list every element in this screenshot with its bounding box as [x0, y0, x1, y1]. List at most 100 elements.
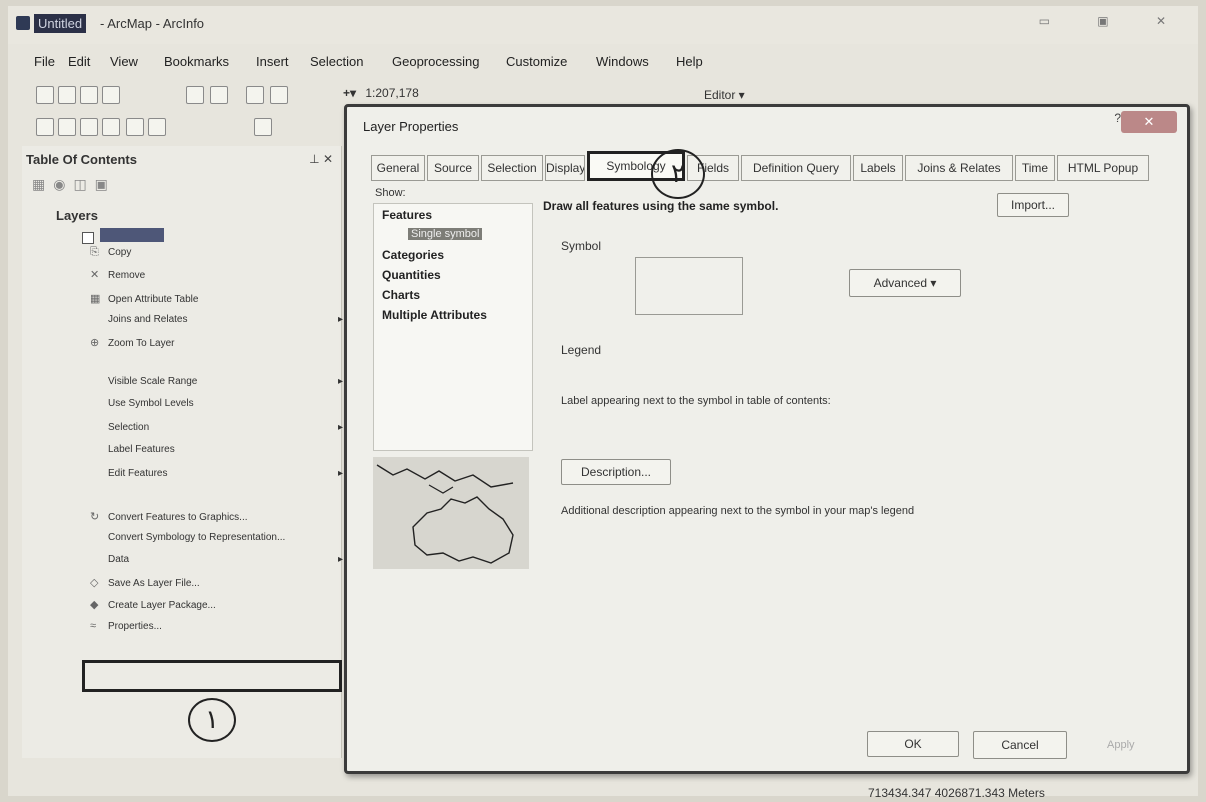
- symbology-type-list: Features Single symbol Categories Quanti…: [373, 203, 533, 451]
- new-document-icon[interactable]: [36, 86, 54, 104]
- ctx-joins-and-relates[interactable]: Joins and Relates: [90, 314, 188, 325]
- tab-definition-query[interactable]: Definition Query: [741, 155, 851, 181]
- table-icon: ▦: [90, 293, 101, 305]
- print-icon[interactable]: [102, 86, 120, 104]
- ctx-convert-symbology[interactable]: Convert Symbology to Representation...: [90, 532, 285, 543]
- show-categories[interactable]: Categories: [382, 248, 444, 262]
- show-features[interactable]: Features: [382, 208, 432, 222]
- australia-map-icon: [376, 464, 514, 564]
- ctx-label-features[interactable]: Label Features: [90, 444, 175, 455]
- ctx-zoom-to-layer[interactable]: ⊕ Zoom To Layer: [90, 336, 175, 349]
- menu-bookmarks[interactable]: Bookmarks: [164, 54, 229, 69]
- document-name: Untitled: [34, 14, 87, 33]
- tab-general[interactable]: General: [371, 155, 425, 181]
- ctx-edit-features[interactable]: Edit Features: [90, 468, 167, 479]
- save-icon[interactable]: [80, 86, 98, 104]
- tab-selection[interactable]: Selection: [481, 155, 543, 181]
- toc-pin-close-icon[interactable]: ⊥ ✕: [309, 152, 333, 166]
- symbol-label: Symbol: [561, 239, 602, 253]
- help-icon[interactable]: ?: [1114, 111, 1121, 125]
- show-label: Show:: [375, 187, 406, 199]
- undo-icon[interactable]: [246, 86, 264, 104]
- ctx-open-attribute-table[interactable]: ▦ Open Attribute Table: [90, 292, 198, 305]
- tab-labels[interactable]: Labels: [853, 155, 903, 181]
- show-quantities[interactable]: Quantities: [382, 268, 441, 282]
- zoom-in-icon[interactable]: [36, 118, 54, 136]
- layer-visibility-checkbox[interactable]: [82, 232, 94, 244]
- ctx-visible-scale-range[interactable]: Visible Scale Range: [90, 376, 197, 387]
- map-preview-image: [373, 457, 529, 569]
- submenu-arrow-icon: ▸: [338, 554, 344, 565]
- ctx-create-layer-package[interactable]: ◆ Create Layer Package...: [90, 598, 216, 611]
- map-scale-box[interactable]: +▾ 1:207,178: [343, 86, 419, 100]
- tab-display[interactable]: Display: [545, 155, 585, 181]
- selected-layer-name[interactable]: [100, 228, 164, 242]
- menu-edit[interactable]: Edit: [68, 54, 90, 69]
- tools-toolbar: [36, 118, 336, 140]
- redo-icon[interactable]: [270, 86, 288, 104]
- tab-joins-relates[interactable]: Joins & Relates: [905, 155, 1013, 181]
- package-icon: ◆: [90, 599, 99, 611]
- tab-html-popup[interactable]: HTML Popup: [1057, 155, 1149, 181]
- zoom-out-icon[interactable]: [58, 118, 76, 136]
- submenu-arrow-icon: ▸: [338, 376, 344, 387]
- ctx-convert-features-to-graphics[interactable]: ↻ Convert Features to Graphics...: [90, 510, 248, 523]
- menu-selection[interactable]: Selection: [310, 54, 363, 69]
- ctx-properties[interactable]: ≈ Properties...: [90, 620, 162, 632]
- layers-data-frame[interactable]: Layers: [56, 208, 98, 223]
- ctx-data[interactable]: Data: [90, 554, 129, 565]
- annotation-box-1: [82, 660, 342, 692]
- annotation-circle-2: ٢: [651, 149, 705, 199]
- import-button[interactable]: Import...: [997, 193, 1069, 217]
- ok-button[interactable]: OK: [867, 731, 959, 757]
- dialog-title: Layer Properties: [363, 119, 459, 134]
- select-features-icon[interactable]: [254, 118, 272, 136]
- legend-label: Legend: [561, 343, 602, 357]
- properties-icon: ≈: [90, 620, 97, 632]
- add-data-icon[interactable]: +▾: [343, 86, 356, 100]
- map-scale-value[interactable]: 1:207,178: [365, 86, 418, 100]
- convert-icon: ↻: [90, 511, 100, 523]
- zoom-icon: ⊕: [90, 337, 100, 349]
- editor-toolbar-menu[interactable]: Editor ▾: [704, 88, 745, 102]
- status-bar-coordinates: 713434.347 4026871.343 Meters: [868, 786, 1045, 800]
- submenu-arrow-icon: ▸: [338, 468, 344, 479]
- full-extent-icon[interactable]: [102, 118, 120, 136]
- tab-time[interactable]: Time: [1015, 155, 1055, 181]
- menu-insert[interactable]: Insert: [256, 54, 289, 69]
- description-button[interactable]: Description...: [561, 459, 671, 485]
- advanced-button[interactable]: Advanced ▾: [849, 269, 961, 297]
- cancel-button[interactable]: Cancel: [973, 731, 1067, 759]
- menu-view[interactable]: View: [110, 54, 138, 69]
- annotation-circle-1: ١: [188, 698, 236, 742]
- menu-windows[interactable]: Windows: [596, 54, 649, 69]
- apply-button[interactable]: Apply: [1107, 739, 1135, 751]
- toc-title: Table Of Contents: [26, 152, 137, 167]
- close-button[interactable]: ✕: [1121, 111, 1177, 133]
- menu-geoprocessing[interactable]: Geoprocessing: [392, 54, 479, 69]
- symbol-swatch-button[interactable]: [635, 257, 743, 315]
- menu-help[interactable]: Help: [676, 54, 703, 69]
- menu-file[interactable]: File: [34, 54, 55, 69]
- tab-source[interactable]: Source: [427, 155, 479, 181]
- menu-bar: File Edit View Bookmarks Insert Selectio…: [8, 52, 788, 74]
- dropdown-arrow-icon: ▾: [930, 276, 937, 290]
- pan-icon[interactable]: [80, 118, 98, 136]
- ctx-selection[interactable]: Selection: [90, 422, 149, 433]
- ctx-use-symbol-levels[interactable]: Use Symbol Levels: [90, 398, 194, 409]
- ctx-remove[interactable]: ✕ Remove: [90, 268, 145, 281]
- toc-list-view-icons[interactable]: ▦◉◫▣: [32, 176, 116, 193]
- paste-icon[interactable]: [186, 86, 204, 104]
- show-charts[interactable]: Charts: [382, 288, 420, 302]
- ctx-save-as-layer-file[interactable]: ◇ Save As Layer File...: [90, 576, 200, 589]
- delete-icon[interactable]: [210, 86, 228, 104]
- show-single-symbol[interactable]: Single symbol: [408, 228, 483, 240]
- menu-customize[interactable]: Customize: [506, 54, 567, 69]
- show-multiple-attributes[interactable]: Multiple Attributes: [382, 308, 487, 322]
- fixed-zoom-out-icon[interactable]: [148, 118, 166, 136]
- window-controls[interactable]: ▭ ▣ ✕: [1039, 14, 1188, 28]
- ctx-copy[interactable]: ⎘ Copy: [90, 246, 131, 259]
- submenu-arrow-icon: ▸: [338, 314, 344, 325]
- fixed-zoom-in-icon[interactable]: [126, 118, 144, 136]
- open-icon[interactable]: [58, 86, 76, 104]
